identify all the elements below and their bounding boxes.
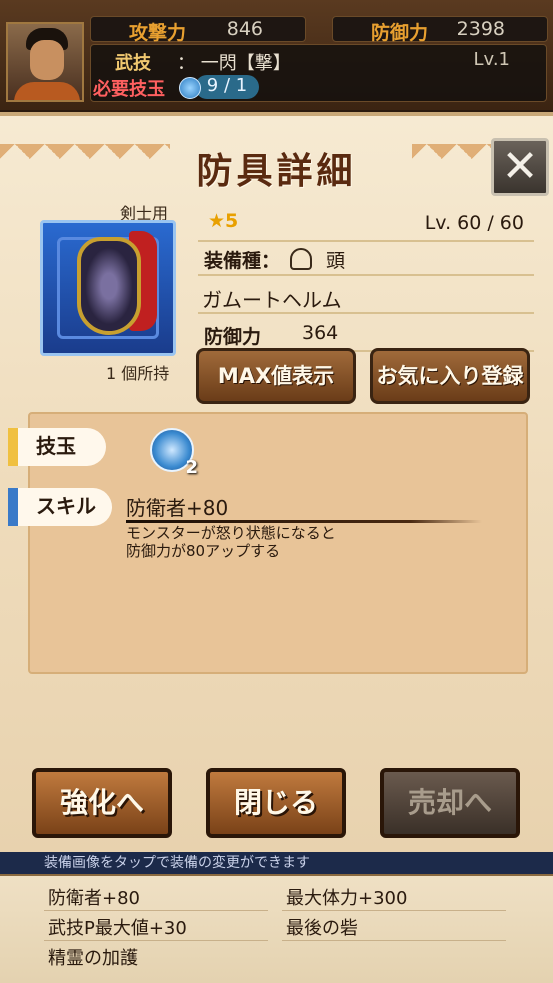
attack-value: 846: [226, 18, 263, 40]
armor-detail-panel: 防具詳細 ✕ 剣士用 1 個所持 ★5 Lv. 60 / 60 装備種： 頭 ガ…: [0, 112, 553, 860]
slot-label: 装備種：: [204, 250, 281, 272]
bonus-item: 精霊の加護: [48, 948, 138, 969]
skill-description: モンスターが怒り状態になると 防御力が80アップする: [126, 524, 336, 560]
jewel-slot-icon: 2: [150, 428, 198, 478]
armor-image[interactable]: [40, 220, 176, 356]
skill-desc-line-2: 防御力が80アップする: [126, 542, 281, 560]
bonus-item: 防衛者+80: [48, 888, 140, 909]
status-header: 攻撃力 846 防御力 2398 武技 ： 一閃【撃】 Lv.1 必要技玉 9 …: [0, 0, 553, 110]
defense-stat-value: 364: [302, 322, 339, 344]
slots-tag: 技玉: [8, 428, 106, 466]
bonus-item: 最大体力+300: [286, 888, 408, 909]
attack-stat: 攻撃力 846: [90, 16, 306, 44]
skill-desc-line-1: モンスターが怒り状態になると: [126, 524, 336, 542]
divider: [282, 910, 506, 911]
name-row: ガムートヘルム: [198, 282, 534, 314]
defense-stat: 防御力 2398: [332, 16, 548, 44]
jewel-count: 2: [185, 457, 198, 478]
armor-level: Lv. 60 / 60: [424, 212, 524, 234]
armor-name: ガムートヘルム: [202, 288, 342, 312]
enhance-button[interactable]: 強化へ: [32, 768, 172, 838]
rarity-row: ★5 Lv. 60 / 60: [198, 210, 534, 242]
skill-value: ： 一閃【撃】: [177, 53, 291, 74]
sell-button[interactable]: 売却へ: [380, 768, 520, 838]
skill-label: 武技: [115, 53, 151, 74]
required-value: 9 / 1: [195, 75, 259, 99]
bonus-item: 最後の砦: [286, 918, 358, 939]
skill-level: Lv.1: [473, 49, 510, 70]
defense-stat-label: 防御力: [204, 326, 262, 348]
divider: [44, 910, 268, 911]
defense-label: 防御力: [371, 22, 429, 44]
skill-name: 防衛者+80: [126, 496, 229, 520]
skill-tag: スキル: [8, 488, 112, 526]
ticker-text: 装備画像をタップで装備の変更ができます: [0, 852, 553, 874]
favorite-button[interactable]: お気に入り登録: [370, 348, 530, 404]
divider: [44, 940, 268, 941]
owned-count: 1 個所持: [106, 364, 170, 383]
max-value-button[interactable]: MAX値表示: [196, 348, 356, 404]
bonus-list: 防衛者+80 最大体力+300 武技P最大値+30 最後の砦 精霊の加護: [0, 874, 553, 983]
close-button[interactable]: 閉じる: [206, 768, 346, 838]
jewel-icon: [179, 77, 201, 99]
slot-row: 装備種： 頭: [198, 244, 534, 276]
hunter-avatar[interactable]: [6, 22, 84, 102]
divider: [282, 940, 506, 941]
skill-divider: [126, 520, 482, 523]
close-icon[interactable]: ✕: [491, 138, 549, 196]
helmet-icon: [290, 248, 312, 270]
ticker-message: 装備画像をタップで装備の変更ができます: [44, 855, 310, 871]
attack-label: 攻撃力: [129, 22, 187, 44]
bonus-item: 武技P最大値+30: [48, 918, 187, 939]
rarity-star: ★5: [208, 210, 239, 232]
skill-info: 武技 ： 一閃【撃】 Lv.1 必要技玉 9 / 1: [90, 44, 547, 102]
panel-title: 防具詳細: [196, 151, 357, 192]
required-label: 必要技玉: [93, 79, 165, 100]
defense-value: 2398: [456, 18, 505, 40]
slot-value: 頭: [326, 250, 346, 272]
